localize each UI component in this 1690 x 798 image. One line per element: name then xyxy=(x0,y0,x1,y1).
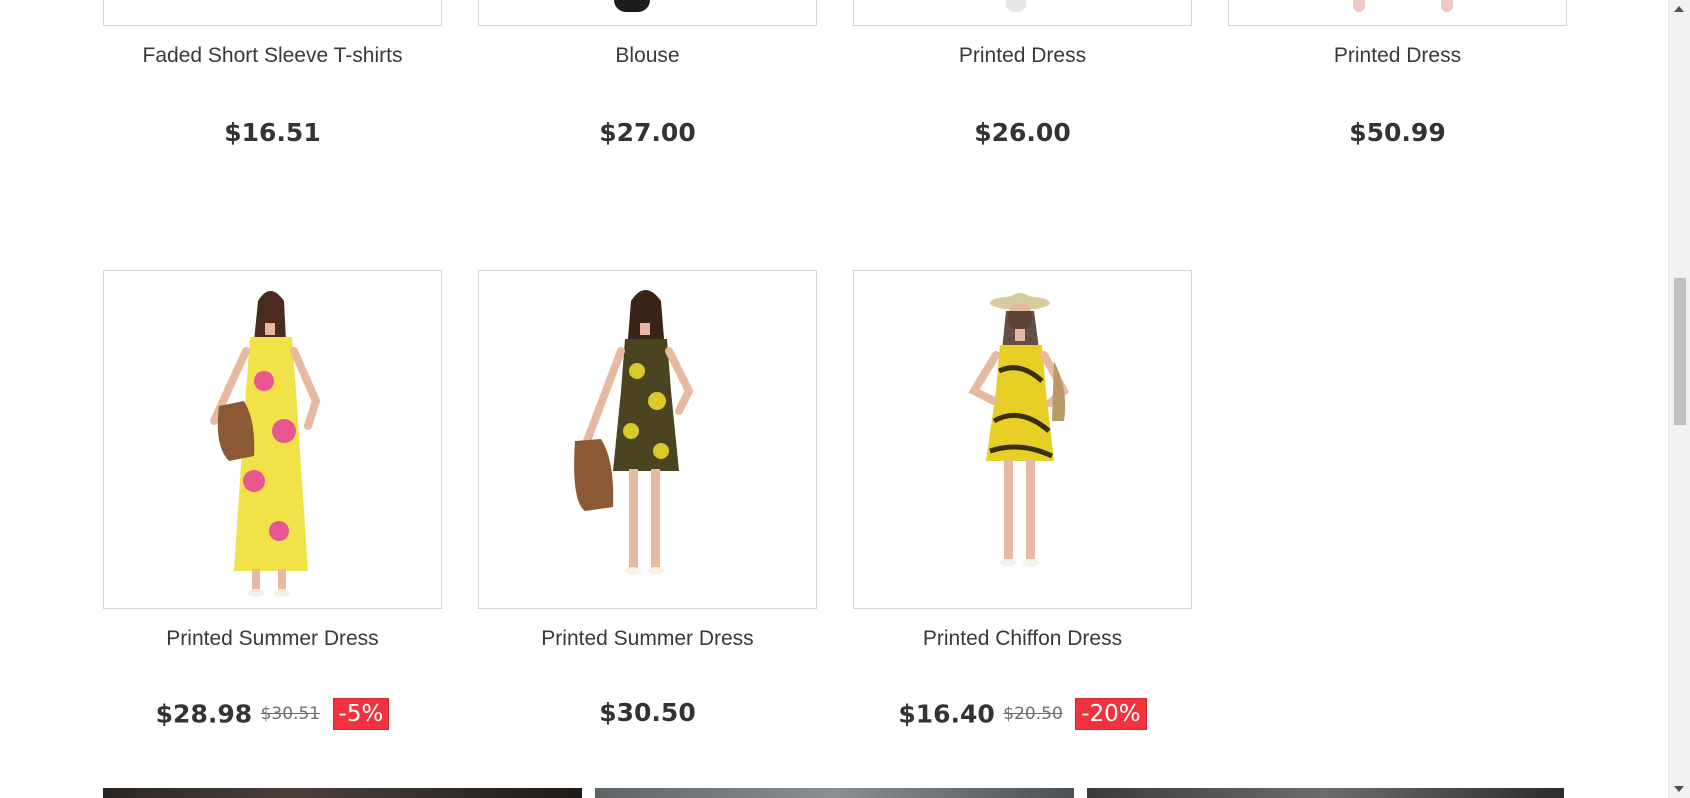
product-name[interactable]: Printed Summer Dress xyxy=(478,627,817,651)
scroll-up-arrow-icon[interactable] xyxy=(1674,6,1684,12)
product-price: $50.99 xyxy=(1349,118,1446,147)
price-row: $28.98 $30.51 -5% xyxy=(103,698,442,730)
product-image-fragment xyxy=(614,0,650,12)
banner-image-2[interactable] xyxy=(595,788,1074,798)
product-image[interactable] xyxy=(478,270,817,609)
price-row: $50.99 xyxy=(1228,118,1567,147)
product-image[interactable] xyxy=(103,270,442,609)
product-image-fragment xyxy=(1441,0,1453,12)
dress-model-image xyxy=(968,293,1070,567)
product-image-fragment xyxy=(1353,0,1365,12)
scroll-down-arrow-icon[interactable] xyxy=(1674,786,1684,792)
product-name[interactable]: Faded Short Sleeve T-shirts xyxy=(103,44,442,68)
banner-image-3[interactable] xyxy=(1087,788,1564,798)
page-scrollbar[interactable] xyxy=(1668,0,1690,798)
product-image[interactable] xyxy=(478,0,817,26)
product-price: $16.51 xyxy=(224,118,321,147)
dress-model-image xyxy=(210,291,321,597)
product-price: $28.98 xyxy=(155,699,253,729)
product-image[interactable] xyxy=(1228,0,1567,26)
product-listing-page: Faded Short Sleeve T-shirts $16.51 Blous… xyxy=(0,0,1690,798)
discount-badge: -20% xyxy=(1075,698,1147,730)
product-name[interactable]: Printed Dress xyxy=(1228,44,1567,68)
product-price: $30.50 xyxy=(599,698,696,727)
discount-badge: -5% xyxy=(332,698,390,730)
product-price: $26.00 xyxy=(974,118,1071,147)
product-image[interactable] xyxy=(103,0,442,26)
old-price: $20.50 xyxy=(1003,704,1063,724)
product-name[interactable]: Blouse xyxy=(478,44,817,68)
product-price: $27.00 xyxy=(599,118,696,147)
product-name[interactable]: Printed Summer Dress xyxy=(103,627,442,651)
price-row: $26.00 xyxy=(853,118,1192,147)
product-image[interactable] xyxy=(853,0,1192,26)
dress-model-image xyxy=(574,290,694,575)
product-name[interactable]: Printed Chiffon Dress xyxy=(853,627,1192,651)
price-row: $27.00 xyxy=(478,118,817,147)
price-row: $16.40 $20.50 -20% xyxy=(853,698,1192,730)
price-row: $30.50 xyxy=(478,698,817,727)
old-price: $30.51 xyxy=(260,704,321,724)
product-price: $16.40 xyxy=(898,699,995,729)
product-name[interactable]: Printed Dress xyxy=(853,44,1192,68)
product-image[interactable] xyxy=(853,270,1192,609)
product-image-fragment xyxy=(1006,0,1026,12)
price-row: $16.51 xyxy=(103,118,442,147)
banner-image-1[interactable] xyxy=(103,788,582,798)
scrollbar-thumb[interactable] xyxy=(1674,278,1686,425)
